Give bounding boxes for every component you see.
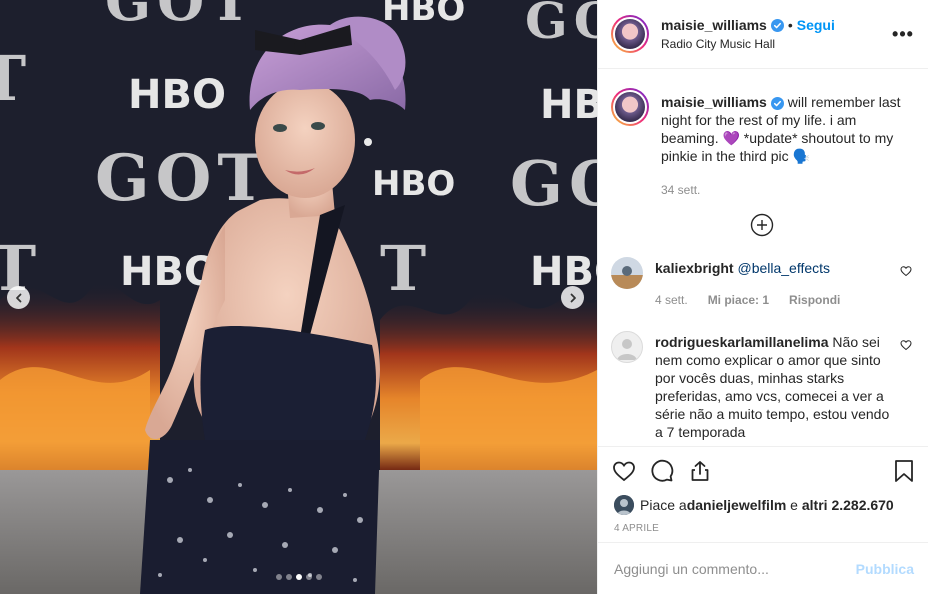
post-viewer: GOT GO GOT GOT T T T HBO HBO HBO HBO HBO… <box>0 0 928 594</box>
more-options-icon[interactable]: ••• <box>892 23 914 45</box>
svg-text:T: T <box>380 232 432 305</box>
commenter-avatar[interactable] <box>611 331 643 363</box>
share-icon <box>691 460 709 481</box>
follow-button[interactable]: Segui <box>797 17 835 33</box>
heart-icon <box>613 461 635 481</box>
comment-text: @bella_effects <box>733 260 831 276</box>
comment-bubble-icon <box>651 459 674 482</box>
likes-others-count[interactable]: altri 2.282.670 <box>802 497 894 513</box>
caption-username[interactable]: maisie_williams <box>661 94 767 110</box>
caption-author-avatar[interactable] <box>611 88 649 126</box>
chevron-right-icon <box>570 293 576 302</box>
post-details-panel: maisie_williams • Segui Radio City Music… <box>597 0 928 594</box>
comment-like-count[interactable]: Mi piace: 1 <box>708 291 769 309</box>
comment-username[interactable]: rodrigueskarlamillanelima <box>655 334 829 350</box>
share-button[interactable] <box>686 457 714 485</box>
comment-item: rodrigueskarlamillanelima Não sei nem co… <box>611 331 912 441</box>
like-comment-heart-icon[interactable] <box>900 339 912 351</box>
add-comment-bar: Pubblica <box>598 542 928 594</box>
red-carpet-photo: GOT GO GOT GOT T T T HBO HBO HBO HBO HBO… <box>0 0 597 594</box>
comment-button[interactable] <box>648 457 676 485</box>
post-header: maisie_williams • Segui Radio City Music… <box>598 0 928 69</box>
svg-text:GOT: GOT <box>95 141 271 216</box>
svg-text:HBO: HBO <box>128 72 226 118</box>
svg-text:HBO: HBO <box>540 82 597 128</box>
like-button[interactable] <box>610 457 638 485</box>
carousel-dot <box>305 574 312 580</box>
caption-text: maisie_williams will remember last night… <box>661 94 901 164</box>
carousel-dot <box>295 574 302 580</box>
comment-item: kaliexbright @bella_effects 4 sett. Mi p… <box>611 257 912 309</box>
comment-time[interactable]: 4 sett. <box>655 291 688 309</box>
liker-avatar[interactable] <box>614 495 634 515</box>
header-separator: • <box>787 17 793 33</box>
next-photo-button[interactable] <box>561 286 584 309</box>
svg-text:T: T <box>0 42 32 115</box>
comment-input[interactable] <box>614 560 856 577</box>
likes-prefix: Piace a <box>640 497 687 513</box>
author-avatar[interactable] <box>611 15 649 53</box>
carousel-dot <box>285 574 292 580</box>
previous-photo-button[interactable] <box>7 286 30 309</box>
svg-text:GO: GO <box>525 0 597 50</box>
author-username[interactable]: maisie_williams <box>661 17 767 33</box>
likes-summary: Piace a danieljewelfilm e altri 2.282.67… <box>598 494 928 516</box>
post-date[interactable]: 4 APRILE <box>598 516 928 542</box>
save-button[interactable] <box>890 457 918 485</box>
comment-username[interactable]: kaliexbright <box>655 260 734 276</box>
svg-text:GOT: GOT <box>510 147 597 220</box>
liker-username[interactable]: danieljewelfilm <box>687 497 787 513</box>
post-photo[interactable]: GOT GO GOT GOT T T T HBO HBO HBO HBO HBO… <box>0 0 597 594</box>
carousel-dot <box>315 574 322 580</box>
verified-badge-icon <box>770 96 784 110</box>
svg-text:GOT: GOT <box>105 0 256 33</box>
post-actions-bar <box>598 446 928 494</box>
chevron-left-icon <box>15 293 21 302</box>
likes-middle: e <box>786 497 802 513</box>
post-location[interactable]: Radio City Music Hall <box>661 37 892 51</box>
svg-text:HBO: HBO <box>530 249 597 295</box>
reply-button[interactable]: Rispondi <box>789 291 840 309</box>
bookmark-icon <box>895 459 913 482</box>
svg-text:HBO: HBO <box>372 164 455 204</box>
carousel-dot <box>275 574 282 580</box>
load-more-comments-icon[interactable] <box>750 213 774 237</box>
caption-time[interactable]: 34 sett. <box>661 181 700 199</box>
comments-section[interactable]: maisie_williams will remember last night… <box>598 69 928 446</box>
commenter-avatar[interactable] <box>611 257 643 289</box>
publish-button[interactable]: Pubblica <box>856 561 914 577</box>
like-comment-heart-icon[interactable] <box>900 265 912 277</box>
carousel-indicator <box>275 574 322 580</box>
post-caption: maisie_williams will remember last night… <box>611 88 912 199</box>
verified-badge-icon <box>770 18 784 32</box>
svg-text:HBO: HBO <box>382 0 465 29</box>
